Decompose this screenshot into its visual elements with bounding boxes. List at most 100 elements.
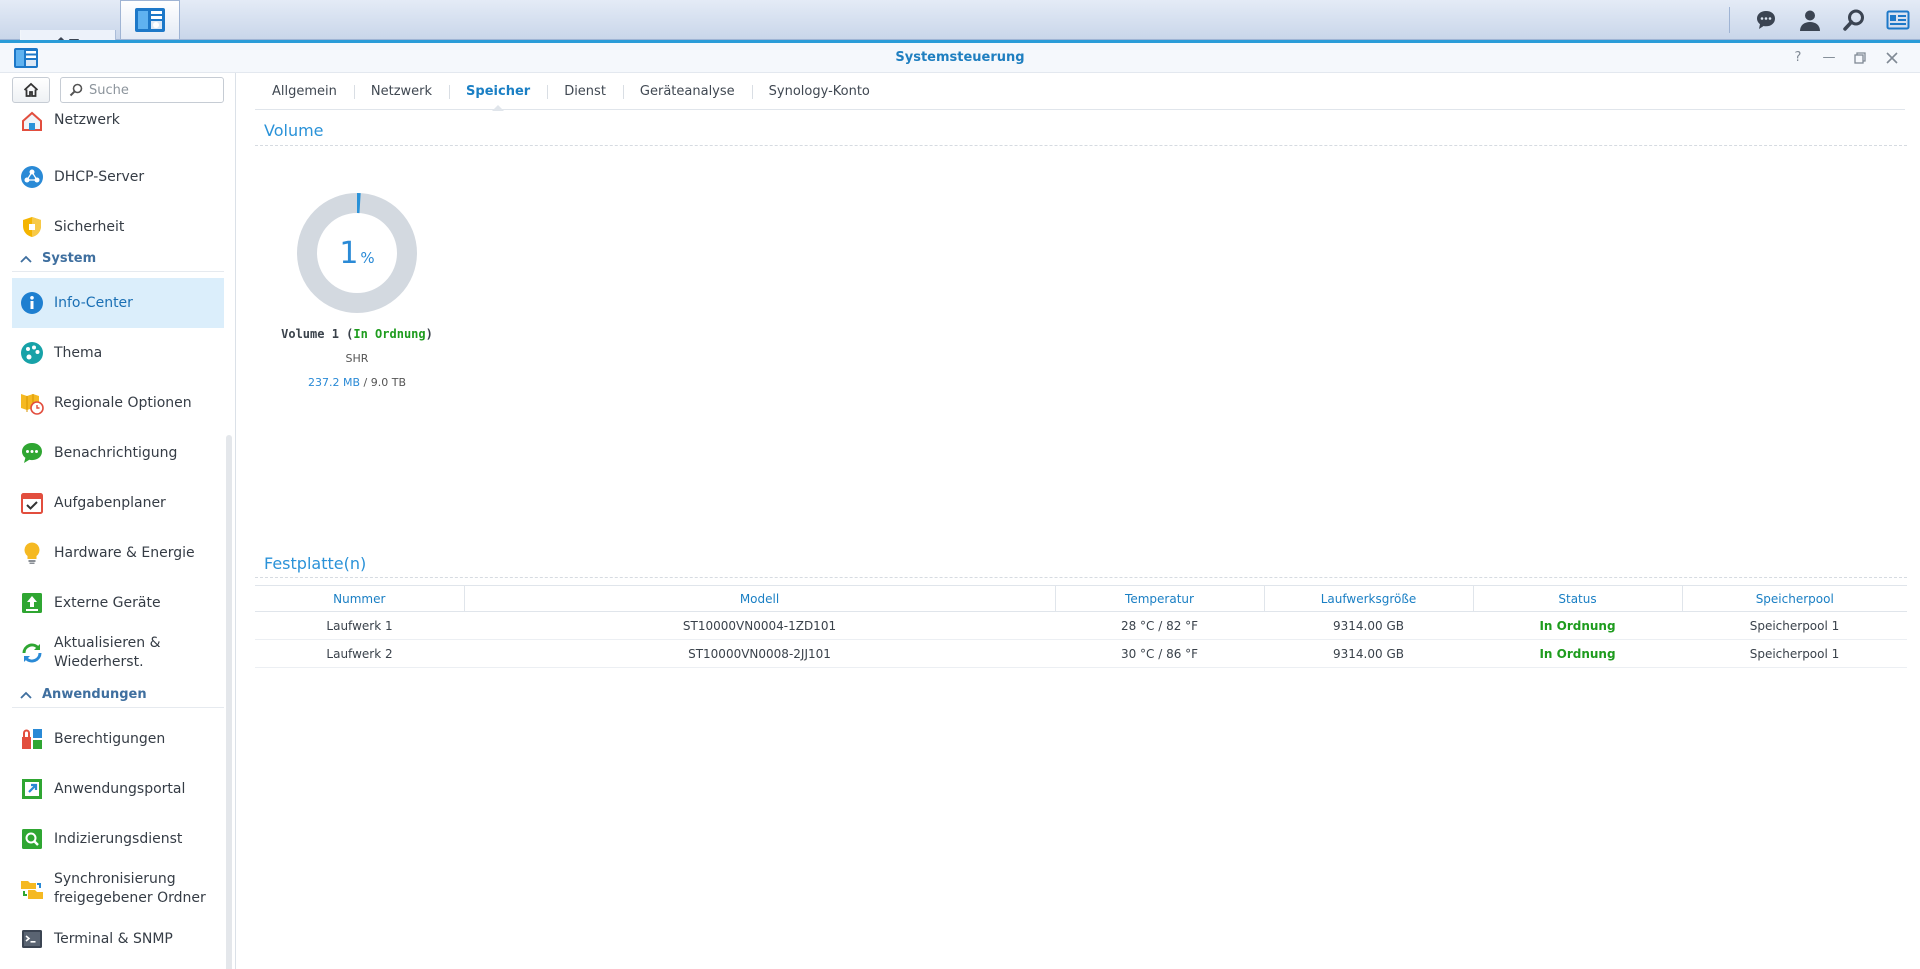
info-icon xyxy=(21,292,43,314)
sidebar-item-terminal-snmp[interactable]: Terminal & SNMP xyxy=(12,914,224,964)
cell-speicherpool: Speicherpool 1 xyxy=(1682,639,1907,668)
sidebar-item-regionale-optionen[interactable]: Regionale Optionen xyxy=(12,378,224,428)
window-titlebar[interactable]: Systemsteuerung ? — xyxy=(0,43,1920,73)
minimize-button[interactable]: — xyxy=(1819,48,1839,68)
cell-modell: ST10000VN0004-1ZD101 xyxy=(464,611,1055,640)
sidebar-item-info-center[interactable]: Info-Center xyxy=(12,278,224,328)
sidebar-scrollbar[interactable] xyxy=(226,435,232,969)
permissions-icon xyxy=(22,729,42,749)
cell-nummer: Laufwerk 1 xyxy=(255,611,464,640)
user-icon xyxy=(1800,10,1820,31)
sidebar-section-label: System xyxy=(42,251,97,266)
sidebar-item-label: Berechtigungen xyxy=(54,730,166,747)
volume-type: SHR xyxy=(345,352,369,365)
restore-button[interactable] xyxy=(1850,48,1870,68)
sidebar-item-label: Sicherheit xyxy=(54,218,125,235)
restore-icon xyxy=(1854,52,1866,64)
tab-geraeteanalyse[interactable]: Geräteanalyse xyxy=(622,73,752,110)
upload-icon xyxy=(22,593,42,613)
disks-section-divider xyxy=(255,577,1907,578)
volume-name-text: Volume 1 xyxy=(281,327,339,341)
search-input[interactable] xyxy=(89,82,209,98)
sidebar-section-anwendungen[interactable]: Anwendungen xyxy=(12,682,224,708)
chat-button[interactable] xyxy=(1744,0,1788,40)
lightbulb-icon xyxy=(24,542,40,564)
cell-temperatur: 30 °C / 86 °F xyxy=(1055,639,1264,668)
sidebar-item-aktualisieren[interactable]: Aktualisieren & Wiederherst. xyxy=(12,628,224,678)
table-row[interactable]: Laufwerk 1 ST10000VN0004-1ZD101 28 °C / … xyxy=(255,611,1907,640)
sidebar-section-label: Anwendungen xyxy=(42,687,147,702)
close-icon xyxy=(1886,52,1898,64)
volume-usage-donut: 1 % xyxy=(295,191,419,315)
sidebar-item-externe-geraete[interactable]: Externe Geräte xyxy=(12,578,224,628)
cell-speicherpool: Speicherpool 1 xyxy=(1682,611,1907,640)
sidebar-item-label: Aktualisieren & Wiederherst. xyxy=(54,635,161,670)
sidebar-item-benachrichtigung[interactable]: Benachrichtigung xyxy=(12,428,224,478)
sidebar-item-aufgabenplaner[interactable]: Aufgabenplaner xyxy=(12,478,224,528)
chevron-up-icon xyxy=(20,691,32,699)
taskbar-control-panel-button[interactable] xyxy=(120,0,180,40)
search-button[interactable] xyxy=(1832,0,1876,40)
home-button[interactable] xyxy=(12,77,50,103)
tab-allgemein[interactable]: Allgemein xyxy=(255,73,354,110)
sidebar-item-berechtigungen[interactable]: Berechtigungen xyxy=(12,714,224,764)
palette-icon xyxy=(21,342,43,364)
help-button[interactable]: ? xyxy=(1788,48,1808,68)
tab-netzwerk[interactable]: Netzwerk xyxy=(353,73,449,110)
sidebar-item-dhcp-server[interactable]: DHCP-Server xyxy=(12,152,224,202)
sidebar-item-ordner-synchronisierung[interactable]: Synchronisierung freigegebener Ordner xyxy=(12,864,224,914)
sidebar-item-indizierungsdienst[interactable]: Indizierungsdienst xyxy=(12,814,224,864)
sidebar-item-hardware-energie[interactable]: Hardware & Energie xyxy=(12,528,224,578)
volume-percent-sign: % xyxy=(360,249,375,267)
sidebar-item-label: Info-Center xyxy=(54,294,133,311)
sidebar-item-label: Regionale Optionen xyxy=(54,394,192,411)
column-header-status[interactable]: Status xyxy=(1472,585,1682,612)
widgets-button[interactable] xyxy=(1876,0,1920,40)
column-header-speicherpool[interactable]: Speicherpool xyxy=(1681,585,1907,612)
disks-section-title: Festplatte(n) xyxy=(264,554,367,573)
taskbar xyxy=(0,0,1920,929)
portal-icon xyxy=(22,779,42,799)
column-header-nummer[interactable]: Nummer xyxy=(255,585,464,612)
main-content: Allgemein Netzwerk Speicher Dienst Gerät… xyxy=(237,73,1920,969)
cell-temperatur: 28 °C / 82 °F xyxy=(1055,611,1264,640)
chat-icon xyxy=(1757,11,1775,29)
search-icon xyxy=(1843,9,1864,31)
user-button[interactable] xyxy=(1788,0,1832,40)
close-button[interactable] xyxy=(1882,48,1902,68)
sidebar-item-netzwerk[interactable]: Netzwerk xyxy=(12,111,224,135)
volume-section-title: Volume xyxy=(264,121,324,140)
index-search-icon xyxy=(22,829,42,849)
volume-percent-value: 1 xyxy=(339,235,359,271)
tab-synology-konto[interactable]: Synology-Konto xyxy=(751,73,887,110)
sidebar-item-thema[interactable]: Thema xyxy=(12,328,224,378)
tab-speicher[interactable]: Speicher xyxy=(449,73,547,111)
table-row[interactable]: Laufwerk 2 ST10000VN0008-2JJ101 30 °C / … xyxy=(255,639,1907,668)
taskbar-separator xyxy=(1729,7,1730,33)
column-header-laufwerksgroesse[interactable]: Laufwerksgröße xyxy=(1263,585,1473,612)
sidebar-item-sicherheit[interactable]: Sicherheit xyxy=(12,202,224,252)
help-icon: ? xyxy=(1794,50,1802,65)
column-header-temperatur[interactable]: Temperatur xyxy=(1054,585,1264,612)
cell-status: In Ordnung xyxy=(1473,639,1682,668)
refresh-icon xyxy=(22,643,42,663)
minimize-icon: — xyxy=(1822,50,1836,65)
volume-used: 237.2 MB xyxy=(308,376,361,389)
sidebar-item-label: Externe Geräte xyxy=(54,594,161,611)
volume-status: In Ordnung xyxy=(353,327,426,341)
control-panel-window: Systemsteuerung ? — Netzwerk xyxy=(0,40,1920,969)
sidebar-section-system[interactable]: System xyxy=(12,246,224,272)
sidebar-item-anwendungsportal[interactable]: Anwendungsportal xyxy=(12,764,224,814)
sidebar-item-label: Aufgabenplaner xyxy=(54,494,166,511)
taskbar-right xyxy=(1729,0,1920,40)
volume-total: 9.0 TB xyxy=(370,376,406,389)
cell-status: In Ordnung xyxy=(1473,611,1682,640)
window-title: Systemsteuerung xyxy=(895,50,1025,65)
shield-icon xyxy=(23,217,41,237)
column-header-modell[interactable]: Modell xyxy=(463,585,1055,612)
table-header-row: Nummer Modell Temperatur Laufwerksgröße … xyxy=(255,585,1907,612)
home-icon xyxy=(23,82,39,97)
tab-dienst[interactable]: Dienst xyxy=(547,73,623,110)
sidebar: Netzwerk DHCP-Server Sicherheit System I… xyxy=(0,73,236,969)
sidebar-search[interactable] xyxy=(60,77,224,103)
